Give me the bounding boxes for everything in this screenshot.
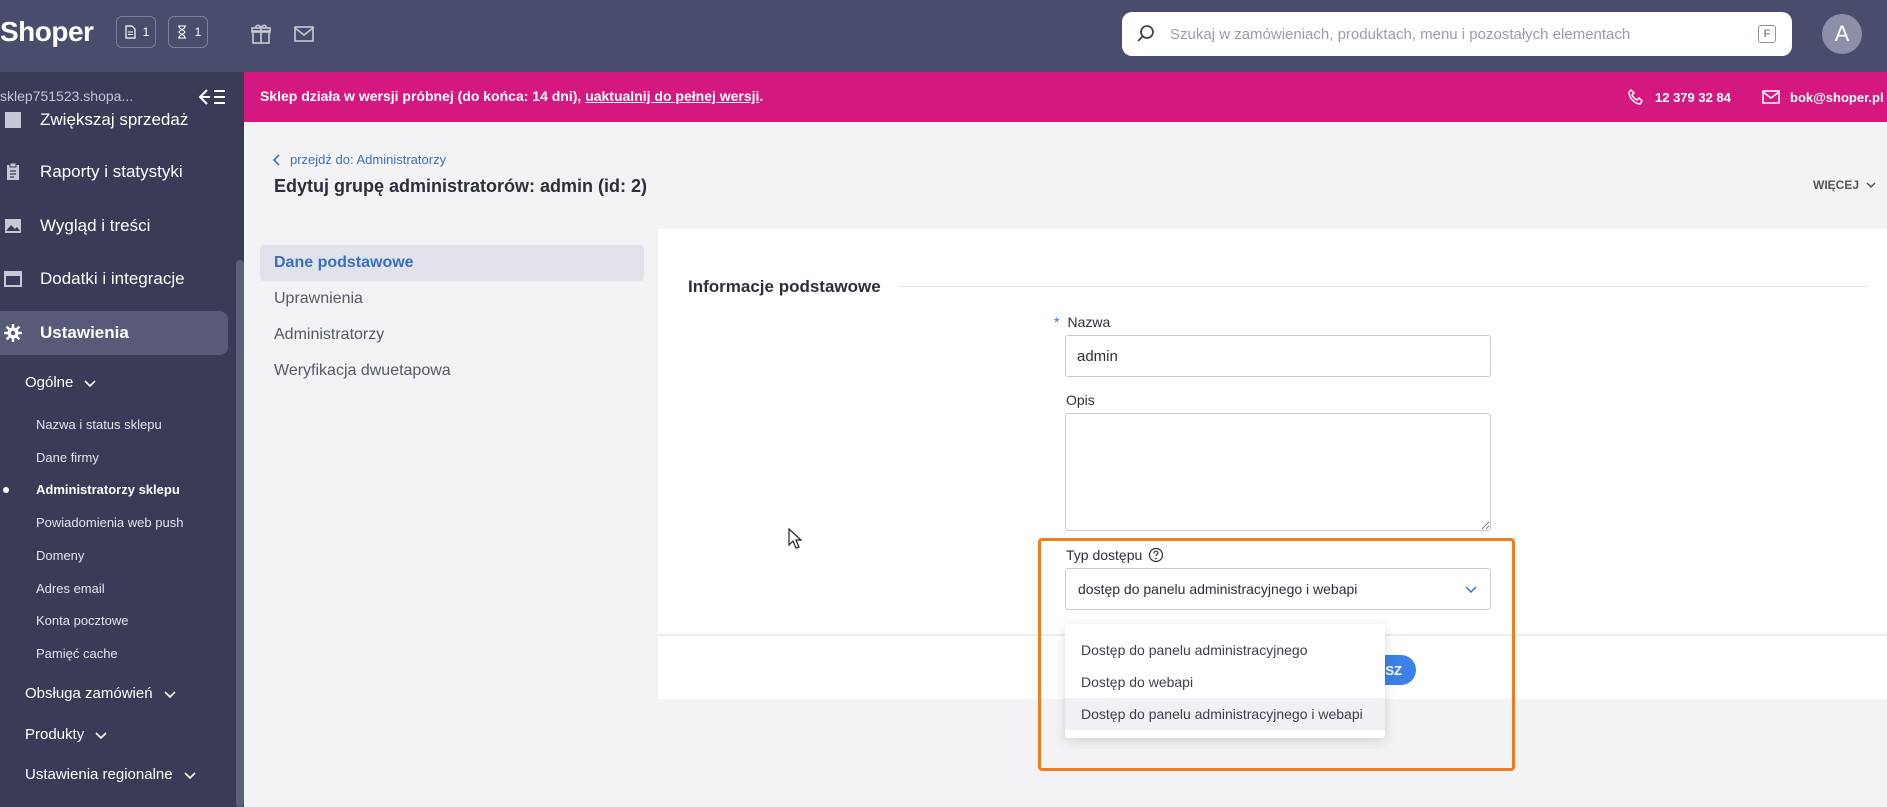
gear-icon — [4, 324, 22, 342]
submenu-item-mail-accounts[interactable]: Konta pocztowe — [36, 613, 129, 628]
option-webapi[interactable]: Dostęp do webapi — [1065, 666, 1385, 698]
submenu-regional[interactable]: Ustawienia regionalne — [25, 766, 197, 783]
mail-icon — [1762, 90, 1780, 104]
tab-two-factor[interactable]: Weryfikacja dwuetapowa — [260, 353, 644, 389]
option-admin-panel[interactable]: Dostęp do panelu administracyjnego — [1065, 634, 1385, 666]
tab-administrators[interactable]: Administratorzy — [260, 317, 644, 353]
name-input[interactable] — [1065, 335, 1491, 377]
submenu-item-cache[interactable]: Pamięć cache — [36, 646, 118, 661]
pending-count: 1 — [194, 25, 202, 39]
submenu-regional-label: Ustawienia regionalne — [25, 766, 173, 783]
chevron-down-icon — [1465, 586, 1477, 594]
description-textarea[interactable] — [1065, 413, 1491, 531]
sidebar-item-addons[interactable]: Dodatki i integracje — [0, 257, 228, 301]
trial-message-end: . — [759, 88, 764, 104]
support-email-address: bok@shoper.pl — [1790, 89, 1884, 105]
shoper-logo[interactable]: Shoper — [0, 16, 94, 48]
submenu-item-web-push[interactable]: Powiadomienia web push — [36, 515, 183, 530]
trial-message: Sklep działa w wersji próbnej (do końca:… — [260, 88, 763, 104]
submenu-item-email-address[interactable]: Adres email — [36, 581, 105, 596]
section-divider — [898, 286, 1868, 287]
sidebar-item-label: Ustawienia — [40, 323, 129, 342]
sidebar-item-settings[interactable]: Ustawienia — [0, 311, 228, 355]
submenu-item-administrators[interactable]: Administratorzy sklepu — [36, 482, 180, 497]
more-button-label: WIĘCEJ — [1813, 178, 1860, 192]
access-type-select[interactable]: dostęp do panelu administracyjnego i web… — [1065, 568, 1491, 610]
chevron-left-icon — [272, 153, 280, 166]
submenu-item-domains[interactable]: Domeny — [36, 548, 84, 563]
submenu-orders[interactable]: Obsługa zamówień — [25, 685, 177, 702]
page-title: Edytuj grupę administratorów: admin (id:… — [274, 176, 648, 196]
chevron-down-icon — [164, 690, 176, 698]
gift-icon[interactable] — [249, 22, 273, 46]
access-type-label-text: Typ dostępu — [1066, 547, 1143, 563]
name-label: * Nazwa — [1054, 314, 1111, 330]
section-title: Informacje podstawowe — [688, 277, 881, 296]
upgrade-link[interactable]: uaktualnij do pełnej wersji — [585, 88, 759, 104]
submenu-products[interactable]: Produkty — [25, 726, 108, 743]
growth-icon — [5, 112, 21, 128]
sidebar-item-reports[interactable]: Raporty i statystyki — [0, 150, 228, 194]
required-marker: * — [1054, 314, 1060, 330]
search-input[interactable] — [1170, 25, 1758, 43]
submenu-item-company-data[interactable]: Dane firmy — [36, 450, 99, 465]
sidebar-item-label: Wygląd i treści — [40, 216, 151, 235]
active-indicator — [3, 487, 9, 493]
submenu-general[interactable]: Ogólne — [25, 374, 97, 391]
tab-navigation: Dane podstawowe Uprawnienia Administrato… — [260, 245, 644, 389]
support-phone[interactable]: 12 379 32 84 — [1627, 88, 1731, 106]
support-phone-number: 12 379 32 84 — [1655, 89, 1731, 105]
back-link-label: przejdź do: Administratorzy — [290, 152, 447, 167]
submenu-item-shop-name-status[interactable]: Nazwa i status sklepu — [36, 417, 162, 432]
back-link[interactable]: przejdź do: Administratorzy — [272, 152, 446, 167]
help-icon[interactable] — [1148, 547, 1164, 563]
phone-icon — [1628, 88, 1643, 105]
pending-counter-button[interactable]: 1 — [168, 16, 208, 48]
search-icon — [1137, 25, 1154, 42]
mail-icon[interactable] — [292, 22, 316, 46]
trial-message-text: Sklep działa w wersji próbnej (do końca:… — [260, 88, 586, 104]
document-icon — [125, 25, 136, 39]
sidebar-item-appearance[interactable]: Wygląd i treści — [0, 204, 228, 248]
name-label-text: Nazwa — [1067, 314, 1111, 330]
access-type-value: dostęp do panelu administracyjnego i web… — [1078, 581, 1358, 597]
sidebar-item-sales[interactable]: Zwiększaj sprzedaż — [0, 98, 228, 142]
chevron-down-icon — [1866, 182, 1876, 189]
addons-icon — [4, 271, 22, 287]
access-type-dropdown: Dostęp do panelu administracyjnego Dostę… — [1065, 624, 1385, 738]
support-email[interactable]: bok@shoper.pl — [1762, 88, 1884, 106]
sidebar-item-label: Dodatki i integracje — [40, 269, 185, 288]
sidebar-scrollbar[interactable] — [236, 260, 244, 807]
tab-permissions[interactable]: Uprawnienia — [260, 281, 644, 317]
sidebar: sklep751523.shopa... Zwiększaj sprzedaż … — [0, 72, 244, 807]
sidebar-item-label: Raporty i statystyki — [40, 162, 183, 181]
trial-banner: Sklep działa w wersji próbnej (do końca:… — [244, 72, 1887, 122]
mouse-cursor-icon — [788, 528, 802, 549]
clipboard-icon — [7, 163, 19, 180]
chevron-down-icon — [84, 379, 96, 387]
chevron-down-icon — [95, 731, 107, 739]
search-shortcut-icon: F — [1758, 25, 1776, 43]
sidebar-item-label: Zwiększaj sprzedaż — [40, 110, 189, 129]
top-bar: Shoper 1 1 F A — [0, 0, 1887, 72]
submenu-general-label: Ogólne — [25, 374, 74, 391]
more-button[interactable]: WIĘCEJ — [1813, 178, 1877, 192]
orders-counter-button[interactable]: 1 — [116, 16, 156, 48]
orders-count: 1 — [142, 25, 150, 39]
description-label: Opis — [1066, 392, 1095, 408]
tab-basic-data[interactable]: Dane podstawowe — [260, 245, 644, 281]
hourglass-icon — [177, 25, 186, 39]
chevron-down-icon — [184, 771, 196, 779]
option-admin-panel-and-webapi[interactable]: Dostęp do panelu administracyjnego i web… — [1065, 698, 1385, 730]
image-icon — [5, 219, 21, 233]
global-search[interactable]: F — [1122, 12, 1792, 56]
submenu-orders-label: Obsługa zamówień — [25, 685, 153, 702]
submenu-products-label: Produkty — [25, 726, 85, 743]
user-avatar[interactable]: A — [1822, 14, 1862, 54]
access-type-label: Typ dostępu — [1066, 547, 1164, 563]
